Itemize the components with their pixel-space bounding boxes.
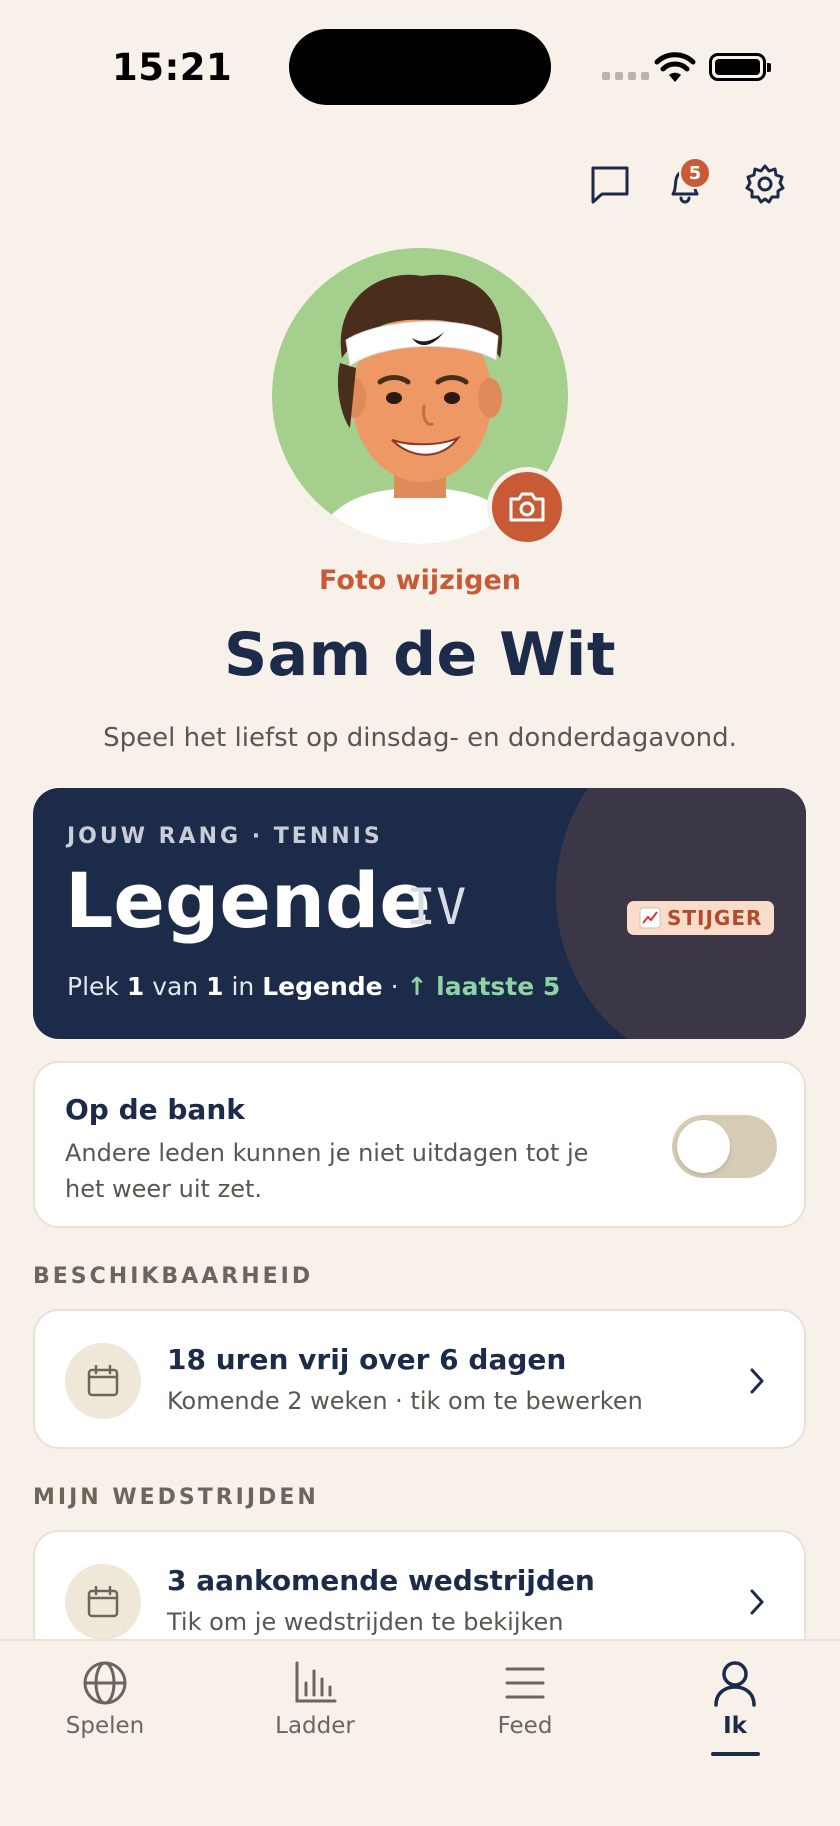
tab-feed[interactable]: Feed [445, 1651, 605, 1761]
rank-level: IV [406, 878, 467, 936]
chevron-right-icon [750, 1589, 764, 1615]
rank-card[interactable]: JOUW RANG · TENNIS Legende IV STIJGER Pl… [33, 788, 806, 1039]
rank-division: Legende [262, 972, 383, 1001]
active-tab-indicator [711, 1752, 760, 1756]
profile-bio: Speel het liefst op dinsdag- en donderda… [103, 723, 737, 753]
change-photo-link[interactable]: Foto wijzigen [0, 565, 840, 596]
chat-icon[interactable] [588, 162, 632, 206]
cellular-signal-icon [602, 72, 649, 80]
matches-title: 3 aankomende wedstrijden [167, 1564, 595, 1597]
rank-trend: ↑ laatste 5 [406, 972, 561, 1001]
availability-subtitle: Komende 2 weken · tik om te bewerken [167, 1387, 643, 1415]
wifi-icon [654, 52, 696, 82]
profile-name: Sam de Wit [223, 620, 617, 690]
rank-position-line: Plek 1 van 1 in Legende · ↑ laatste 5 [67, 972, 561, 1001]
tab-spelen[interactable]: Spelen [25, 1651, 185, 1761]
gear-icon[interactable] [743, 162, 787, 206]
availability-title: 18 uren vrij over 6 dagen [167, 1343, 567, 1376]
rank-title: Legende [65, 856, 431, 945]
tab-ik[interactable]: Ik [655, 1651, 815, 1761]
trending-up-icon [639, 907, 661, 929]
matches-section-label: MIJN WEDSTRIJDEN [33, 1485, 319, 1510]
bench-toggle[interactable] [672, 1115, 777, 1178]
tab-label: Ladder [275, 1713, 355, 1739]
availability-section-label: BESCHIKBAARHEID [33, 1264, 314, 1289]
tab-bar: Spelen Ladder Feed Ik [0, 1639, 840, 1826]
person-icon [714, 1661, 756, 1707]
rank-position: 1 [126, 972, 145, 1001]
calendar-icon [87, 1585, 119, 1618]
availability-row[interactable]: 18 uren vrij over 6 dagen Komende 2 weke… [33, 1309, 806, 1449]
camera-icon [509, 492, 545, 522]
tab-ladder[interactable]: Ladder [235, 1651, 395, 1761]
tab-label: Ik [723, 1713, 747, 1739]
rank-kicker: JOUW RANG · TENNIS [67, 824, 383, 849]
globe-icon [83, 1661, 127, 1705]
dynamic-island [289, 29, 551, 105]
chevron-right-icon [750, 1368, 764, 1394]
status-bar: 15:21 [0, 0, 840, 130]
trend-badge-label: STIJGER [667, 906, 763, 930]
status-time: 15:21 [112, 46, 233, 89]
bench-title: Op de bank [65, 1093, 245, 1126]
bar-chart-icon [295, 1661, 337, 1703]
calendar-icon [87, 1364, 119, 1397]
trend-badge: STIJGER [627, 901, 775, 935]
menu-lines-icon [505, 1667, 545, 1699]
rank-total: 1 [206, 972, 224, 1001]
battery-icon [709, 53, 771, 81]
notification-badge: 5 [679, 157, 711, 189]
tab-label: Feed [497, 1713, 553, 1739]
matches-subtitle: Tik om je wedstrijden te bekijken [167, 1608, 564, 1636]
toggle-knob [677, 1120, 730, 1173]
tab-label: Spelen [65, 1713, 145, 1739]
bench-card: Op de bank Andere leden kunnen je niet u… [33, 1061, 806, 1228]
change-photo-button[interactable] [487, 467, 567, 547]
bench-description: Andere leden kunnen je niet uitdagen tot… [65, 1139, 589, 1203]
